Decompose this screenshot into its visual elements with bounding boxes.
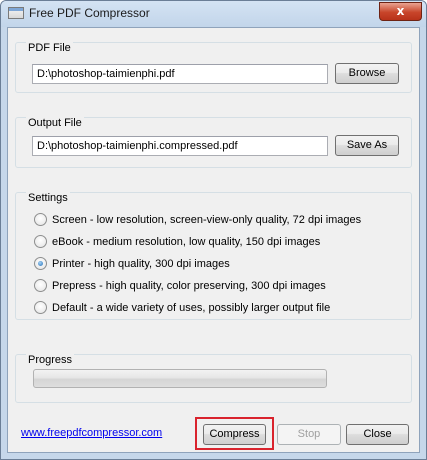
save-as-button[interactable]: Save As bbox=[335, 135, 399, 156]
output-file-label: Output File bbox=[26, 117, 84, 129]
browse-button[interactable]: Browse bbox=[335, 63, 399, 84]
radio-label: eBook - medium resolution, low quality, … bbox=[52, 236, 321, 248]
stop-button: Stop bbox=[277, 424, 341, 445]
main-panel: PDF File D:\photoshop-taimienphi.pdf Bro… bbox=[7, 27, 420, 453]
radio-label: Printer - high quality, 300 dpi images bbox=[52, 258, 230, 270]
progress-bar bbox=[33, 369, 327, 388]
compress-highlight-box bbox=[195, 417, 274, 450]
window-close-button[interactable]: x bbox=[379, 2, 422, 21]
progress-label: Progress bbox=[26, 354, 75, 366]
radio-button-icon[interactable] bbox=[34, 235, 47, 248]
title-bar[interactable]: Free PDF Compressor x bbox=[1, 1, 426, 27]
output-file-group: Output File D:\photoshop-taimienphi.comp… bbox=[15, 117, 412, 168]
window-icon bbox=[8, 7, 24, 19]
app-window: Free PDF Compressor x PDF File D:\photos… bbox=[0, 0, 427, 460]
radio-label: Screen - low resolution, screen-view-onl… bbox=[52, 214, 362, 226]
website-link[interactable]: www.freepdfcompressor.com bbox=[21, 427, 162, 439]
close-button[interactable]: Close bbox=[346, 424, 409, 445]
radio-label: Default - a wide variety of uses, possib… bbox=[52, 302, 331, 314]
pdf-file-group: PDF File D:\photoshop-taimienphi.pdf Bro… bbox=[15, 42, 412, 93]
settings-group: Settings Screen - low resolution, screen… bbox=[15, 192, 412, 320]
radio-label: Prepress - high quality, color preservin… bbox=[52, 280, 326, 292]
output-file-input[interactable]: D:\photoshop-taimienphi.compressed.pdf bbox=[32, 136, 328, 156]
pdf-file-input[interactable]: D:\photoshop-taimienphi.pdf bbox=[32, 64, 328, 84]
radio-button-icon[interactable] bbox=[34, 213, 47, 226]
pdf-file-label: PDF File bbox=[26, 42, 73, 54]
radio-button-selected-icon[interactable] bbox=[34, 257, 47, 270]
window-title: Free PDF Compressor bbox=[29, 6, 150, 20]
radio-button-icon[interactable] bbox=[34, 301, 47, 314]
radio-button-icon[interactable] bbox=[34, 279, 47, 292]
settings-label: Settings bbox=[26, 192, 70, 204]
